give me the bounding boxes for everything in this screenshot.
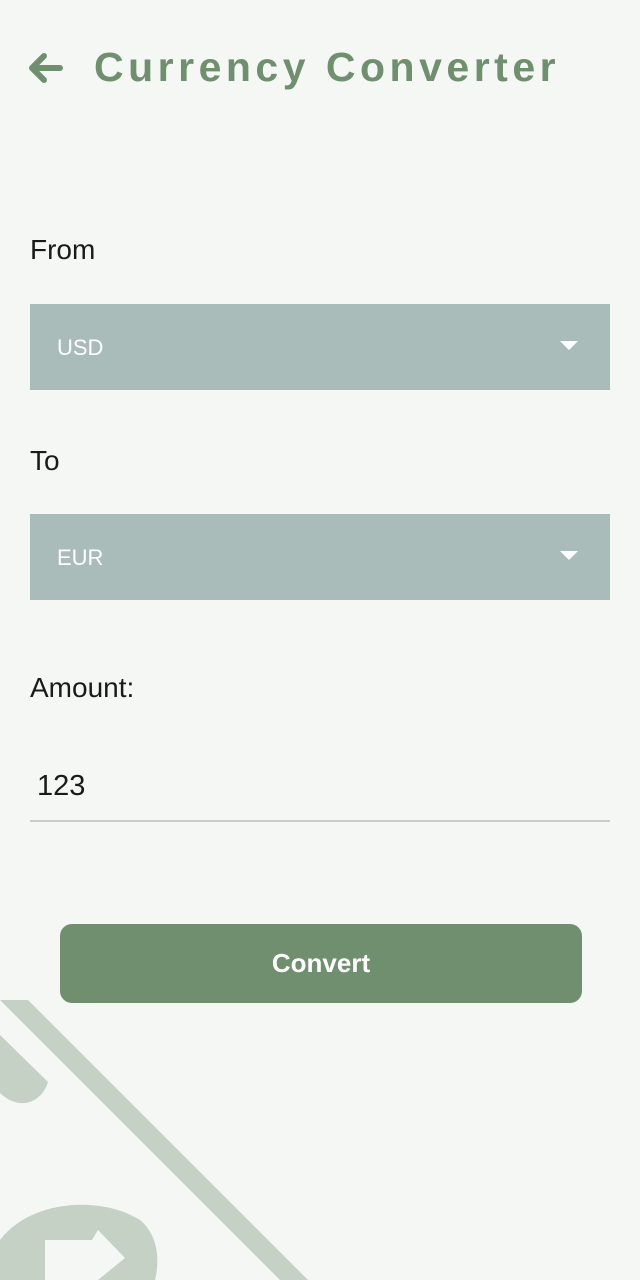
dropdown-arrow-icon — [560, 341, 578, 350]
to-currency-dropdown[interactable]: EUR — [30, 514, 610, 600]
app-header: Currency Converter — [0, 0, 640, 140]
amount-label: Amount: — [30, 672, 135, 703]
arrow-left-icon — [29, 53, 63, 83]
to-label: To — [30, 445, 60, 476]
from-currency-value: USD — [57, 335, 104, 360]
dropdown-arrow-icon — [560, 551, 578, 560]
from-label: From — [30, 234, 96, 265]
page-title: Currency Converter — [94, 44, 561, 90]
amount-input[interactable] — [30, 752, 610, 822]
to-currency-value: EUR — [57, 545, 104, 570]
banknote-decoration-icon — [0, 1000, 308, 1280]
back-button[interactable] — [26, 48, 66, 88]
from-currency-dropdown[interactable]: USD — [30, 304, 610, 390]
